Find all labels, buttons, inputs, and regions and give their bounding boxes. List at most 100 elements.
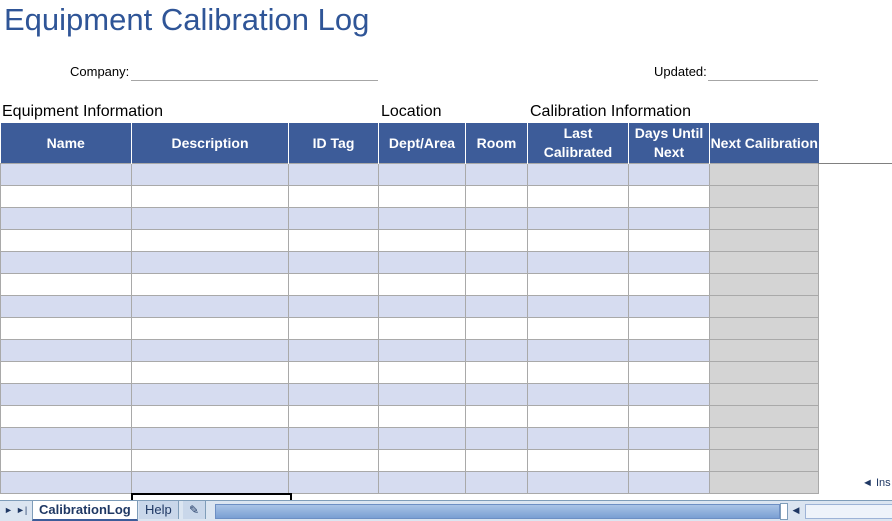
table-cell[interactable] xyxy=(0,339,132,362)
table-cell[interactable] xyxy=(527,449,629,472)
table-cell[interactable] xyxy=(288,361,379,384)
table-cell[interactable] xyxy=(709,383,819,406)
table-cell[interactable] xyxy=(378,405,466,428)
table-cell[interactable] xyxy=(131,229,289,252)
table-cell[interactable] xyxy=(709,427,819,450)
header-name[interactable]: Name xyxy=(0,123,132,164)
table-cell[interactable] xyxy=(0,405,132,428)
tab-scroll-last-icon[interactable]: ►| xyxy=(16,503,27,518)
table-cell[interactable] xyxy=(465,207,528,230)
header-next-calibration[interactable]: Next Calibration xyxy=(709,123,819,164)
table-cell[interactable] xyxy=(465,163,528,186)
table-cell[interactable] xyxy=(378,339,466,362)
table-cell[interactable] xyxy=(378,361,466,384)
table-cell[interactable] xyxy=(709,163,819,186)
table-cell[interactable] xyxy=(709,339,819,362)
table-cell[interactable] xyxy=(465,383,528,406)
table-cell[interactable] xyxy=(131,273,289,296)
table-cell[interactable] xyxy=(131,163,289,186)
table-cell[interactable] xyxy=(709,449,819,472)
table-cell[interactable] xyxy=(628,163,710,186)
table-cell[interactable] xyxy=(0,163,132,186)
table-cell[interactable] xyxy=(0,471,132,494)
table-cell[interactable] xyxy=(288,295,379,318)
table-cell[interactable] xyxy=(527,163,629,186)
table-cell[interactable] xyxy=(527,427,629,450)
table-cell[interactable] xyxy=(288,273,379,296)
table-cell[interactable] xyxy=(378,427,466,450)
table-cell[interactable] xyxy=(465,471,528,494)
table-cell[interactable] xyxy=(628,427,710,450)
table-cell[interactable] xyxy=(465,295,528,318)
table-cell[interactable] xyxy=(709,207,819,230)
header-room[interactable]: Room xyxy=(465,123,528,164)
table-cell[interactable] xyxy=(131,383,289,406)
table-cell[interactable] xyxy=(131,361,289,384)
table-cell[interactable] xyxy=(527,251,629,274)
header-id-tag[interactable]: ID Tag xyxy=(288,123,379,164)
table-cell[interactable] xyxy=(288,207,379,230)
table-cell[interactable] xyxy=(465,185,528,208)
table-cell[interactable] xyxy=(628,251,710,274)
table-cell[interactable] xyxy=(628,273,710,296)
table-cell[interactable] xyxy=(527,405,629,428)
table-cell[interactable] xyxy=(465,229,528,252)
table-cell[interactable] xyxy=(465,251,528,274)
table-cell[interactable] xyxy=(378,229,466,252)
table-cell[interactable] xyxy=(709,317,819,340)
table-cell[interactable] xyxy=(288,317,379,340)
table-cell[interactable] xyxy=(0,427,132,450)
table-cell[interactable] xyxy=(0,251,132,274)
table-cell[interactable] xyxy=(628,317,710,340)
updated-field[interactable] xyxy=(708,80,818,81)
table-cell[interactable] xyxy=(288,449,379,472)
table-cell[interactable] xyxy=(465,273,528,296)
table-cell[interactable] xyxy=(709,361,819,384)
table-cell[interactable] xyxy=(378,295,466,318)
table-cell[interactable] xyxy=(288,339,379,362)
table-cell[interactable] xyxy=(628,229,710,252)
table-cell[interactable] xyxy=(0,185,132,208)
table-cell[interactable] xyxy=(628,207,710,230)
table-cell[interactable] xyxy=(465,339,528,362)
table-cell[interactable] xyxy=(465,427,528,450)
table-cell[interactable] xyxy=(131,251,289,274)
table-cell[interactable] xyxy=(709,471,819,494)
table-cell[interactable] xyxy=(288,383,379,406)
table-cell[interactable] xyxy=(465,405,528,428)
table-cell[interactable] xyxy=(378,207,466,230)
table-cell[interactable] xyxy=(709,273,819,296)
table-cell[interactable] xyxy=(0,273,132,296)
table-cell[interactable] xyxy=(628,361,710,384)
table-cell[interactable] xyxy=(527,471,629,494)
table-cell[interactable] xyxy=(0,295,132,318)
table-cell[interactable] xyxy=(527,207,629,230)
table-cell[interactable] xyxy=(131,339,289,362)
scroll-left-arrow-icon[interactable]: ◀ xyxy=(790,503,802,518)
sheet-tab-scroll-area[interactable] xyxy=(215,504,780,519)
table-cell[interactable] xyxy=(628,185,710,208)
table-cell[interactable] xyxy=(527,383,629,406)
table-cell[interactable] xyxy=(378,449,466,472)
table-cell[interactable] xyxy=(709,405,819,428)
table-cell[interactable] xyxy=(709,229,819,252)
table-cell[interactable] xyxy=(709,251,819,274)
table-cell[interactable] xyxy=(378,163,466,186)
header-last-calibrated[interactable]: Last Calibrated xyxy=(527,123,629,164)
table-cell[interactable] xyxy=(131,295,289,318)
header-days-until-next[interactable]: Days Until Next xyxy=(628,123,710,164)
table-cell[interactable] xyxy=(527,339,629,362)
tab-help[interactable]: Help xyxy=(139,501,179,519)
table-cell[interactable] xyxy=(131,471,289,494)
table-cell[interactable] xyxy=(131,317,289,340)
header-description[interactable]: Description xyxy=(131,123,289,164)
table-cell[interactable] xyxy=(628,295,710,318)
table-cell[interactable] xyxy=(288,471,379,494)
table-cell[interactable] xyxy=(131,207,289,230)
table-cell[interactable] xyxy=(527,317,629,340)
table-cell[interactable] xyxy=(628,471,710,494)
table-cell[interactable] xyxy=(131,449,289,472)
header-dept-area[interactable]: Dept/Area xyxy=(378,123,466,164)
table-cell[interactable] xyxy=(0,361,132,384)
table-cell[interactable] xyxy=(378,383,466,406)
